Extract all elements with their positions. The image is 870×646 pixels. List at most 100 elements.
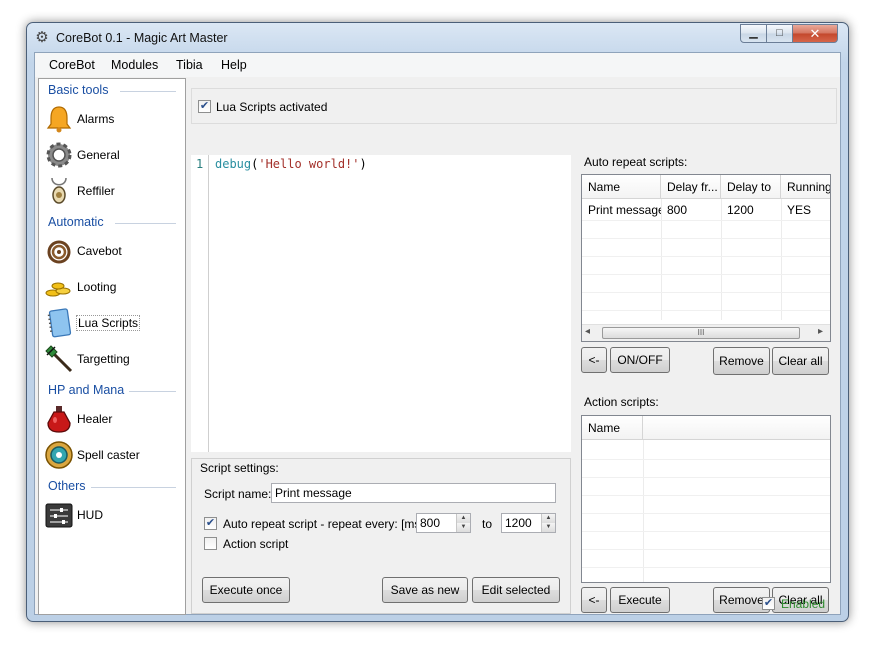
notebook-icon — [47, 308, 72, 338]
spin-up-icon[interactable]: ▲ — [542, 514, 555, 523]
action-execute-button[interactable]: Execute — [610, 587, 670, 613]
section-others: Others — [48, 479, 86, 493]
auto-repeat-scripts-table[interactable]: Name Delay fr... Delay to Running Print … — [581, 174, 831, 342]
spin-down-icon[interactable]: ▼ — [542, 523, 555, 532]
auto-repeat-back-button[interactable]: <- — [581, 347, 607, 373]
code-function: debug — [215, 157, 252, 171]
app-gear-icon: ⚙ — [35, 29, 49, 46]
sidebar-label: Targetting — [77, 352, 130, 366]
save-as-new-button[interactable]: Save as new — [382, 577, 468, 603]
menu-tibia[interactable]: Tibia — [176, 58, 203, 72]
bell-icon — [46, 106, 72, 133]
scroll-right-icon[interactable]: ▸ — [818, 326, 823, 337]
edit-selected-button[interactable]: Edit selected — [472, 577, 560, 603]
lua-activation-panel: ✔ Lua Scripts activated — [191, 88, 837, 124]
on-off-button[interactable]: ON/OFF — [610, 347, 670, 373]
cell-running: YES — [787, 203, 812, 217]
sidebar-label: General — [77, 148, 120, 162]
sidebar-item-looting[interactable]: Looting — [43, 271, 183, 303]
column-header-delay-to[interactable]: Delay to — [721, 175, 781, 199]
column-header-name[interactable]: Name — [582, 175, 661, 199]
lua-activated-checkbox[interactable]: ✔ — [198, 100, 211, 113]
sidebar-item-hud[interactable]: HUD — [43, 499, 183, 531]
action-scripts-label: Action scripts: — [584, 395, 659, 409]
table-row[interactable]: Print message 800 1200 YES — [582, 200, 830, 220]
script-name-input[interactable]: Print message — [271, 483, 556, 503]
action-scripts-table[interactable]: Name — [581, 415, 831, 583]
row-divider — [582, 513, 830, 514]
row-divider — [582, 495, 830, 496]
delay-from-value: 800 — [420, 516, 441, 530]
line-number: 1 — [196, 157, 204, 171]
app-window: ⚙ CoreBot 0.1 - Magic Art Master ▁ □ ✕ C… — [26, 22, 849, 622]
auto-repeat-remove-button[interactable]: Remove — [713, 347, 770, 375]
section-automatic: Automatic — [48, 215, 104, 229]
menu-modules[interactable]: Modules — [111, 58, 158, 72]
column-header-delay-from[interactable]: Delay fr... — [661, 175, 721, 199]
sidebar-item-spell-caster[interactable]: Spell caster — [43, 439, 183, 471]
gold-coins-icon — [45, 282, 71, 297]
menu-bar: CoreBot Modules Tibia Help — [35, 53, 840, 77]
row-divider — [582, 459, 830, 460]
scroll-left-icon[interactable]: ◂ — [585, 326, 590, 337]
menu-help[interactable]: Help — [221, 58, 247, 72]
auto-repeat-clear-all-button[interactable]: Clear all — [772, 347, 829, 375]
sidebar-item-alarms[interactable]: Alarms — [43, 103, 183, 135]
delay-to-spinner[interactable]: ▲ ▼ — [541, 514, 555, 532]
column-header-name[interactable]: Name — [582, 416, 643, 440]
cell-delay-from: 800 — [667, 203, 688, 217]
cell-delay-to: 1200 — [727, 203, 754, 217]
table-header: Name — [582, 416, 830, 440]
sidebar-item-general[interactable]: General — [43, 139, 183, 171]
action-script-checkbox[interactable] — [204, 537, 217, 550]
sidebar-item-cavebot[interactable]: Cavebot — [43, 235, 183, 267]
auto-repeat-checkbox[interactable]: ✔ — [204, 517, 217, 530]
code-editor[interactable]: 1 debug('Hello world!') — [191, 155, 571, 452]
script-name-label: Script name: — [204, 487, 272, 501]
sidebar-item-reffiler[interactable]: Reffiler — [43, 175, 183, 207]
column-header-running[interactable]: Running — [781, 175, 830, 199]
row-divider — [582, 274, 830, 275]
scroll-thumb[interactable]: III — [602, 327, 800, 339]
enabled-checkbox[interactable]: ✔ — [762, 597, 775, 610]
spell-rune-icon — [45, 441, 73, 469]
cell-name: Print message — [588, 203, 661, 217]
table-header: Name Delay fr... Delay to Running — [582, 175, 830, 199]
maximize-button[interactable]: □ — [766, 24, 793, 43]
minimize-button[interactable]: ▁ — [740, 24, 767, 43]
delay-from-input[interactable]: 800 ▲ ▼ — [416, 513, 471, 533]
action-back-button[interactable]: <- — [581, 587, 607, 613]
row-divider — [582, 220, 830, 221]
to-label: to — [482, 517, 493, 531]
section-divider — [91, 487, 176, 488]
row-divider — [582, 310, 830, 311]
row-divider — [582, 567, 830, 568]
column-divider — [643, 440, 644, 582]
title-bar[interactable]: ⚙ CoreBot 0.1 - Magic Art Master ▁ □ ✕ — [27, 23, 848, 53]
sidebar-label: Looting — [77, 280, 117, 294]
line-number-gutter: 1 — [191, 155, 209, 452]
delay-to-input[interactable]: 1200 ▲ ▼ — [501, 513, 556, 533]
sidebar-item-targetting[interactable]: Targetting — [43, 343, 183, 375]
row-divider — [582, 549, 830, 550]
close-button[interactable]: ✕ — [792, 24, 838, 43]
delay-from-spinner[interactable]: ▲ ▼ — [456, 514, 470, 532]
gear-icon — [46, 142, 72, 168]
spin-up-icon[interactable]: ▲ — [457, 514, 470, 523]
sidebar-item-healer[interactable]: Healer — [43, 403, 183, 435]
wand-icon — [45, 345, 73, 373]
column-divider — [721, 199, 722, 320]
enabled-label: Enabled — [781, 597, 826, 611]
spin-down-icon[interactable]: ▼ — [457, 523, 470, 532]
sidebar-item-lua-scripts[interactable]: Lua Scripts — [43, 307, 183, 339]
horizontal-scrollbar[interactable]: ◂ III ▸ — [582, 324, 830, 341]
lua-activated-label: Lua Scripts activated — [216, 100, 328, 114]
execute-once-button[interactable]: Execute once — [202, 577, 290, 603]
sidebar-label: Healer — [77, 412, 113, 426]
row-divider — [582, 256, 830, 257]
sidebar-label: Alarms — [77, 112, 115, 126]
code-paren-close: ) — [359, 157, 367, 171]
row-divider — [582, 531, 830, 532]
action-script-label: Action script — [223, 537, 289, 551]
menu-corebot[interactable]: CoreBot — [49, 58, 95, 72]
